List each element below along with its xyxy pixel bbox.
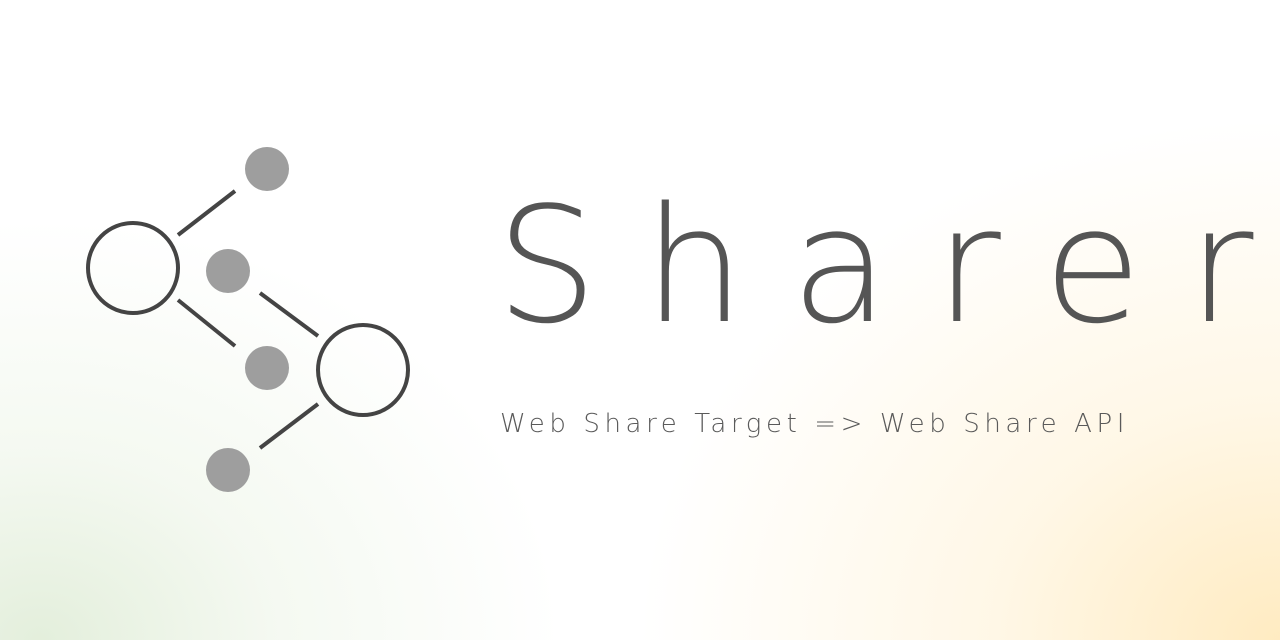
connector-lines xyxy=(176,189,320,450)
connector-line xyxy=(176,298,237,348)
dot xyxy=(206,448,250,492)
connector-line xyxy=(258,402,320,450)
filled-dots xyxy=(206,147,289,492)
dot xyxy=(206,249,250,293)
dot xyxy=(245,147,289,191)
outline-circles xyxy=(86,221,410,417)
dot xyxy=(245,346,289,390)
share-node-circle xyxy=(316,323,410,417)
connector-line xyxy=(176,189,237,237)
share-node-circle xyxy=(86,221,180,315)
share-network-icon xyxy=(86,147,410,492)
connector-line xyxy=(258,291,320,338)
app-title: Sharer xyxy=(496,172,1280,359)
app-subtitle: Web Share Target => Web Share API xyxy=(500,409,1130,439)
